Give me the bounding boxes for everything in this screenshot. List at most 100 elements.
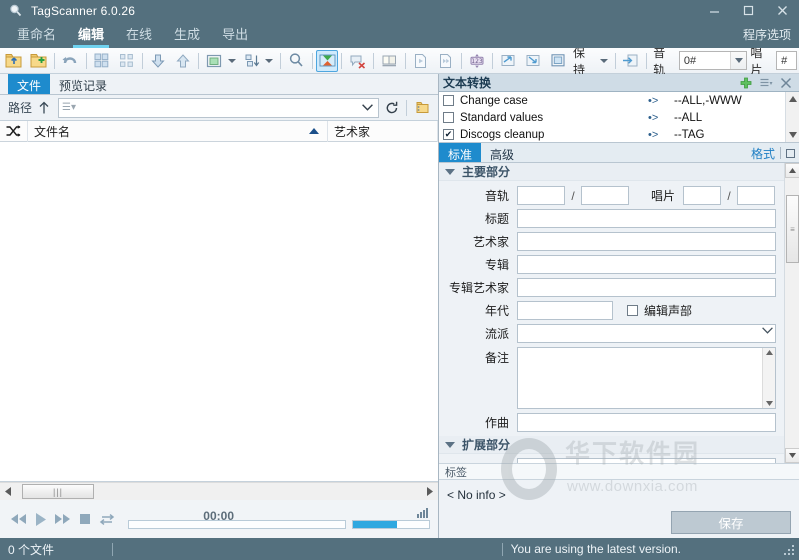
artist-input[interactable] (517, 232, 776, 251)
column-header-artist[interactable]: 艺术家 (328, 120, 438, 142)
tab-preview-history[interactable]: 预览记录 (50, 74, 116, 94)
refresh-icon[interactable] (381, 98, 403, 118)
section-header-extended[interactable]: 扩展部分 (439, 436, 784, 454)
undo-icon[interactable] (58, 49, 83, 73)
scroll-thumb[interactable]: ≡ (786, 195, 799, 263)
tab-generate[interactable]: 生成 (163, 24, 211, 48)
playlist-icon[interactable] (377, 49, 402, 73)
comment-scrollbar[interactable] (762, 348, 775, 408)
seek-track[interactable] (128, 520, 346, 529)
section-header-main[interactable]: 主要部分 (439, 163, 784, 181)
genre-combo[interactable] (517, 324, 776, 343)
scroll-down-icon[interactable] (784, 448, 799, 463)
view-mode-icon[interactable] (202, 49, 227, 73)
list-menu-icon[interactable] (756, 74, 776, 92)
plus-icon[interactable] (736, 74, 756, 92)
close-button[interactable] (765, 0, 799, 21)
scroll-up-icon[interactable] (786, 92, 799, 106)
select-none-icon[interactable] (114, 49, 139, 73)
album-input[interactable] (517, 255, 776, 274)
volume-slider[interactable] (352, 507, 430, 531)
format-link[interactable]: 格式 (751, 145, 775, 162)
play-file-icon[interactable] (409, 49, 434, 73)
album-artist-input[interactable] (517, 278, 776, 297)
search-icon[interactable] (284, 49, 309, 73)
fast-forward-icon[interactable] (52, 507, 74, 531)
open-folder-icon[interactable] (2, 49, 27, 73)
comment-textarea[interactable] (517, 347, 776, 409)
arrow-up-icon[interactable] (38, 101, 58, 115)
editor-form-scrollbar[interactable]: ≡ (784, 163, 799, 463)
tab-export[interactable]: 导出 (211, 24, 259, 48)
export-left-icon[interactable] (496, 49, 521, 73)
chevron-down-icon[interactable] (358, 99, 376, 117)
numbering-icon[interactable]: 123 (465, 49, 490, 73)
tab-files[interactable]: 文件 (8, 74, 51, 94)
scroll-up-icon[interactable] (784, 163, 799, 178)
resize-grip[interactable] (784, 545, 796, 557)
preset-checkbox[interactable] (443, 112, 454, 123)
minimize-button[interactable] (697, 0, 731, 21)
toolbar-disc-input[interactable]: # (776, 51, 798, 70)
chevron-down-icon[interactable] (762, 327, 773, 334)
sort-icon[interactable] (240, 49, 265, 73)
remove-tag-icon[interactable] (345, 49, 370, 73)
composer-input[interactable] (517, 413, 776, 432)
hscroll-track[interactable]: ||| (17, 483, 421, 500)
list-item[interactable]: ✔ Discogs cleanup •> --TAG (439, 126, 785, 143)
extended-first-input[interactable] (517, 458, 776, 463)
preset-list-scrollbar[interactable] (785, 92, 799, 142)
scroll-right-icon[interactable] (421, 483, 438, 500)
list-item[interactable]: Change case •> --ALL,-WWW (439, 92, 785, 109)
maximize-button[interactable] (731, 0, 765, 21)
disc-input[interactable] (683, 186, 722, 205)
add-folder-icon[interactable] (27, 49, 52, 73)
program-options-link[interactable]: 程序选项 (743, 26, 791, 43)
browse-folder-icon[interactable] (412, 98, 434, 118)
edit-part-checkbox-wrap[interactable]: 编辑声部 (627, 302, 692, 319)
keep-icon[interactable] (545, 49, 570, 73)
hscroll-thumb[interactable]: ||| (22, 484, 94, 499)
close-icon[interactable] (776, 74, 796, 92)
apply-icon[interactable] (619, 49, 644, 73)
title-input[interactable] (517, 209, 776, 228)
scroll-left-icon[interactable] (0, 483, 17, 500)
play-icon[interactable] (30, 507, 52, 531)
tab-edit[interactable]: 编辑 (67, 24, 115, 48)
tab-standard[interactable]: 标准 (439, 143, 482, 162)
tab-rename[interactable]: 重命名 (6, 24, 67, 48)
export-right-icon[interactable] (521, 49, 546, 73)
save-button[interactable]: 保存 (671, 511, 791, 534)
list-item[interactable]: Standard values •> --ALL (439, 109, 785, 126)
move-up-icon[interactable] (170, 49, 195, 73)
column-header-filename[interactable]: 文件名 (28, 120, 328, 142)
play-list-icon[interactable] (433, 49, 458, 73)
view-mode-dropdown-icon[interactable] (227, 58, 236, 63)
preset-checkbox[interactable]: ✔ (443, 129, 454, 140)
tags-bar[interactable]: 标签 (439, 463, 799, 480)
repeat-icon[interactable] (96, 507, 118, 531)
disc-total-input[interactable] (737, 186, 776, 205)
select-all-icon[interactable] (90, 49, 115, 73)
stop-icon[interactable] (74, 507, 96, 531)
text-convert-preset-list[interactable]: Change case •> --ALL,-WWW Standard value… (439, 92, 799, 143)
square-icon[interactable] (786, 148, 795, 158)
rewind-icon[interactable] (8, 507, 30, 531)
year-input[interactable] (517, 301, 613, 320)
track-input[interactable] (517, 186, 565, 205)
tab-online[interactable]: 在线 (115, 24, 163, 48)
keep-dropdown-icon[interactable] (599, 58, 608, 63)
chevron-down-icon[interactable] (730, 52, 747, 69)
preset-checkbox[interactable] (443, 95, 454, 106)
track-total-input[interactable] (581, 186, 629, 205)
scroll-down-icon[interactable] (786, 128, 799, 142)
tab-advanced[interactable]: 高级 (481, 143, 523, 162)
seek-slider[interactable]: 00:00 (128, 507, 346, 531)
shuffle-icon[interactable] (0, 120, 28, 142)
tag-convert-icon[interactable] (315, 49, 339, 72)
path-input[interactable]: ☰▾ (58, 97, 379, 118)
move-down-icon[interactable] (146, 49, 171, 73)
file-list-body[interactable] (0, 142, 438, 482)
sort-dropdown-icon[interactable] (265, 58, 274, 63)
toolbar-track-combo[interactable]: 0# (678, 51, 748, 70)
